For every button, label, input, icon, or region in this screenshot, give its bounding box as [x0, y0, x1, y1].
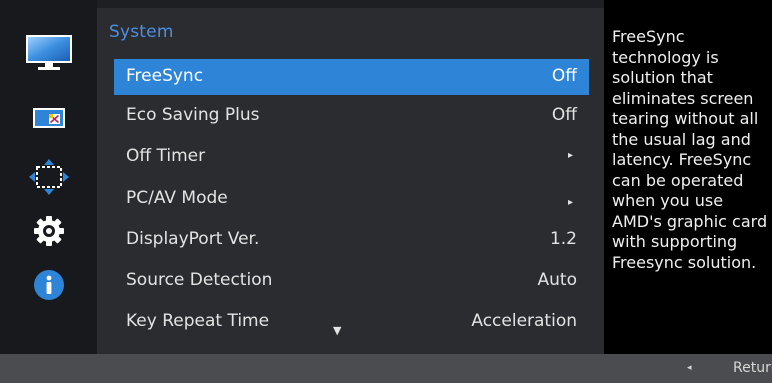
onscreen-display-icon[interactable] [0, 98, 97, 138]
system-menu-panel: System FreeSync Off Eco Saving Plus Off … [97, 8, 604, 354]
menu-item-eco-saving-plus[interactable]: Eco Saving Plus Off [114, 98, 589, 134]
menu-item-label: FreeSync [126, 66, 204, 86]
menu-item-value: Acceleration [471, 311, 577, 331]
position-icon[interactable] [0, 157, 97, 197]
menu-item-source-detection[interactable]: Source Detection Auto [114, 263, 589, 299]
return-label[interactable]: Return [733, 360, 772, 376]
menu-item-label: Eco Saving Plus [126, 105, 260, 125]
category-sidebar [0, 0, 97, 354]
menu-item-displayport-ver[interactable]: DisplayPort Ver. 1.2 [114, 222, 589, 258]
return-arrow-icon[interactable]: ◂ [687, 363, 692, 373]
menu-item-value: 1.2 [549, 229, 577, 249]
menu-item-label: Source Detection [126, 270, 273, 290]
submenu-arrow-icon: ▸ [567, 150, 573, 161]
help-description-text: FreeSync technology is solution that eli… [612, 27, 768, 272]
information-icon[interactable] [0, 265, 97, 305]
menu-item-label: PC/AV Mode [126, 188, 228, 208]
menu-item-pc-av-mode[interactable]: PC/AV Mode ▸ [114, 181, 589, 217]
help-description-panel: FreeSync technology is solution that eli… [604, 0, 772, 340]
menu-item-freesync[interactable]: FreeSync Off [114, 59, 589, 95]
submenu-arrow-icon: ▸ [567, 197, 573, 208]
menu-item-label: DisplayPort Ver. [126, 229, 260, 249]
menu-item-key-repeat-time[interactable]: Key Repeat Time Acceleration [114, 304, 589, 340]
menu-item-value: Off [551, 105, 577, 125]
menu-item-value: Auto [537, 270, 577, 290]
picture-icon[interactable] [0, 33, 97, 73]
menu-item-label: Off Timer [126, 146, 206, 166]
scroll-down-icon[interactable]: ▼ [333, 324, 341, 337]
settings-gear-icon[interactable] [0, 211, 97, 251]
menu-item-off-timer[interactable]: Off Timer ▸ [114, 139, 589, 175]
help-panel-bottom [604, 340, 772, 354]
menu-item-label: Key Repeat Time [126, 311, 270, 331]
menu-item-value: Off [551, 66, 577, 86]
menu-title: System [109, 22, 174, 42]
footer-bar: ◂ Return [0, 354, 772, 383]
